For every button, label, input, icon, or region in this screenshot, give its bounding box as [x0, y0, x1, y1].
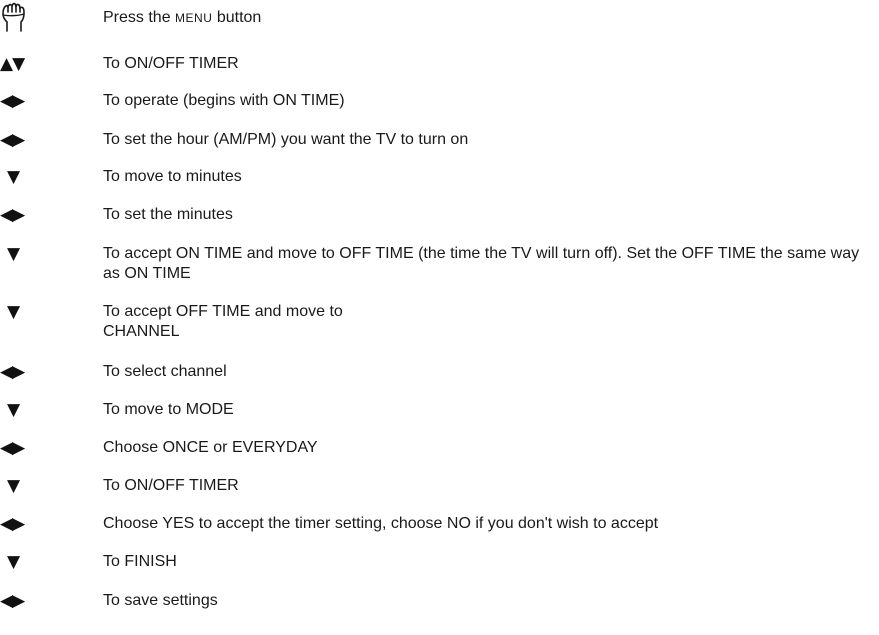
step-5-text: To move to minutes	[103, 168, 242, 185]
step-14-text: To FINISH	[103, 553, 177, 570]
step-2-text: To ON/OFF TIMER	[103, 55, 239, 72]
left-right-arrows-icon: ◀▶	[0, 362, 25, 382]
down-arrow-icon: ▼	[7, 400, 20, 420]
menu-button-label: Menu	[175, 11, 213, 25]
step-11-text: Choose ONCE or EVERYDAY	[103, 439, 318, 456]
step-6-text: To set the minutes	[103, 206, 233, 223]
step-12-text: To ON/OFF TIMER	[103, 477, 239, 494]
left-right-arrows-icon: ◀▶	[0, 91, 25, 111]
step-7-text: To accept ON TIME and move to OFF TIME (…	[103, 245, 860, 282]
down-arrow-icon: ▼	[7, 302, 20, 322]
left-right-arrows-icon: ◀▶	[0, 438, 25, 458]
down-arrow-icon: ▼	[7, 552, 20, 572]
down-arrow-icon: ▼	[7, 167, 20, 187]
step-1-text-post: button	[212, 9, 262, 26]
left-right-arrows-icon: ◀▶	[0, 514, 25, 534]
step-8-text: To accept OFF TIME and move to CHANNEL	[103, 303, 343, 340]
step-10-text: To move to MODE	[103, 401, 234, 418]
up-down-arrows-icon: ▲▼	[0, 54, 25, 74]
down-arrow-icon: ▼	[7, 244, 20, 264]
step-9-text: To select channel	[103, 363, 227, 380]
step-1-text: Press the Menu button	[103, 8, 873, 28]
step-15-text: To save settings	[103, 592, 218, 609]
left-right-arrows-icon: ◀▶	[0, 130, 25, 150]
step-13-text: Choose YES to accept the timer setting, …	[103, 515, 659, 532]
step-4-text: To set the hour (AM/PM) you want the TV …	[103, 131, 469, 148]
left-right-arrows-icon: ◀▶	[0, 205, 25, 225]
left-right-arrows-icon: ◀▶	[0, 591, 25, 611]
step-1-text-pre: Press the	[103, 9, 176, 26]
step-3-text: To operate (begins with ON TIME)	[103, 92, 345, 109]
hand-press-icon	[2, 2, 25, 32]
down-arrow-icon: ▼	[7, 476, 20, 496]
